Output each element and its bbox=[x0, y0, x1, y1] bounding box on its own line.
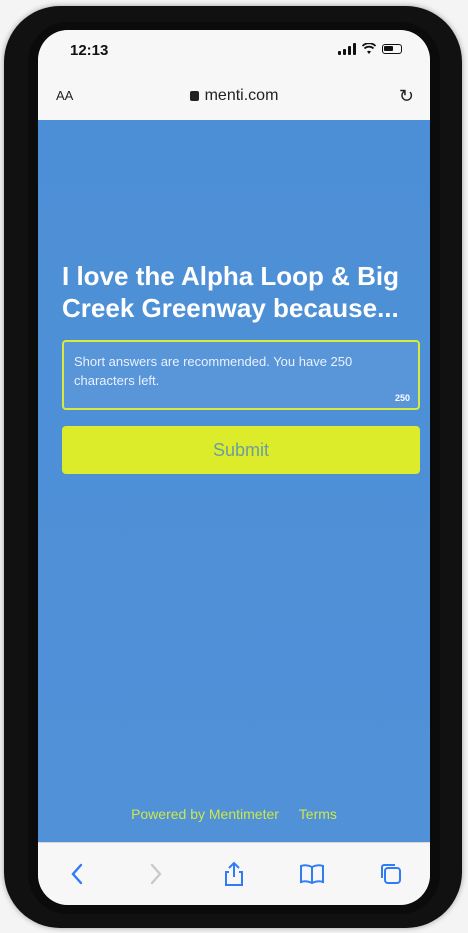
browser-toolbar bbox=[38, 842, 430, 905]
browser-address-bar[interactable]: AA menti.com ↻ bbox=[38, 74, 430, 121]
wifi-icon bbox=[362, 43, 376, 54]
back-icon[interactable] bbox=[61, 858, 93, 890]
terms-link[interactable]: Terms bbox=[299, 806, 337, 822]
reload-icon[interactable]: ↻ bbox=[399, 86, 414, 107]
status-bar: 12:13 bbox=[38, 30, 430, 74]
footer: Powered by Mentimeter Terms bbox=[38, 806, 430, 822]
url-text: menti.com bbox=[204, 87, 279, 104]
share-icon[interactable] bbox=[218, 858, 250, 890]
answer-field[interactable]: 250 bbox=[62, 340, 420, 410]
forward-icon[interactable] bbox=[140, 858, 172, 890]
tabs-icon[interactable] bbox=[375, 858, 407, 890]
stage: 12:13 AA menti.com ↻ I love the Alpha Lo… bbox=[0, 0, 468, 933]
character-counter: 250 bbox=[394, 393, 410, 403]
menti-content: I love the Alpha Loop & Big Creek Greenw… bbox=[38, 120, 430, 843]
lock-icon bbox=[189, 91, 199, 101]
battery-icon bbox=[382, 44, 402, 54]
submit-button[interactable]: Submit bbox=[62, 426, 420, 474]
question-title: I love the Alpha Loop & Big Creek Greenw… bbox=[62, 261, 400, 323]
status-time: 12:13 bbox=[70, 42, 109, 59]
signal-icon bbox=[338, 43, 356, 55]
powered-by-link[interactable]: Powered by Mentimeter bbox=[131, 806, 279, 822]
bookmarks-icon[interactable] bbox=[296, 858, 328, 890]
url-display[interactable]: menti.com bbox=[38, 87, 430, 105]
answer-input[interactable] bbox=[72, 350, 406, 396]
phone-screen: 12:13 AA menti.com ↻ I love the Alpha Lo… bbox=[38, 30, 430, 905]
status-icons bbox=[338, 43, 402, 55]
